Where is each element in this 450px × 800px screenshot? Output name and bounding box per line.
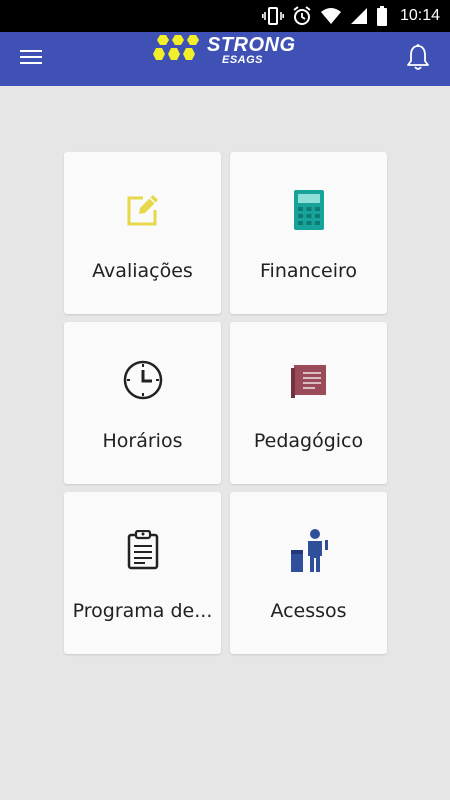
tile-pedagogico[interactable]: Pedagógico xyxy=(230,322,387,484)
bell-icon xyxy=(405,43,431,75)
app-logo: STRONG ESAGS xyxy=(152,34,302,68)
clock-icon xyxy=(121,358,165,402)
status-icons: 10:14 xyxy=(261,6,440,26)
clipboard-icon xyxy=(121,528,165,572)
tile-avaliacoes[interactable]: Avaliações xyxy=(64,152,221,314)
alarm-icon xyxy=(292,6,312,26)
logo-hexagons xyxy=(153,35,199,60)
tile-financeiro[interactable]: Financeiro xyxy=(230,152,387,314)
tile-label: Pedagógico xyxy=(253,430,364,452)
notifications-button[interactable] xyxy=(404,43,432,75)
book-icon xyxy=(287,358,331,402)
tile-programa[interactable]: Programa de... xyxy=(64,492,221,654)
tile-label: Horários xyxy=(102,430,183,452)
calculator-icon xyxy=(287,188,331,232)
menu-grid: Avaliações Financeiro Horários Pedagógic… xyxy=(64,152,387,654)
tile-label: Financeiro xyxy=(260,260,357,282)
status-bar: 10:14 xyxy=(0,0,450,32)
tile-acessos[interactable]: Acessos xyxy=(230,492,387,654)
logo-subtitle: ESAGS xyxy=(222,54,264,66)
signal-icon xyxy=(350,7,368,25)
vibrate-icon xyxy=(261,7,284,25)
tile-label: Programa de... xyxy=(72,600,213,622)
menu-button[interactable] xyxy=(18,46,44,72)
hamburger-menu-icon xyxy=(20,48,42,70)
tile-horarios[interactable]: Horários xyxy=(64,322,221,484)
wifi-icon xyxy=(320,7,342,25)
tile-label: Acessos xyxy=(270,600,347,622)
edit-icon xyxy=(121,188,165,232)
tile-label: Avaliações xyxy=(92,260,193,282)
status-time: 10:14 xyxy=(399,7,440,24)
person-access-icon xyxy=(287,528,331,572)
battery-icon xyxy=(376,6,388,26)
